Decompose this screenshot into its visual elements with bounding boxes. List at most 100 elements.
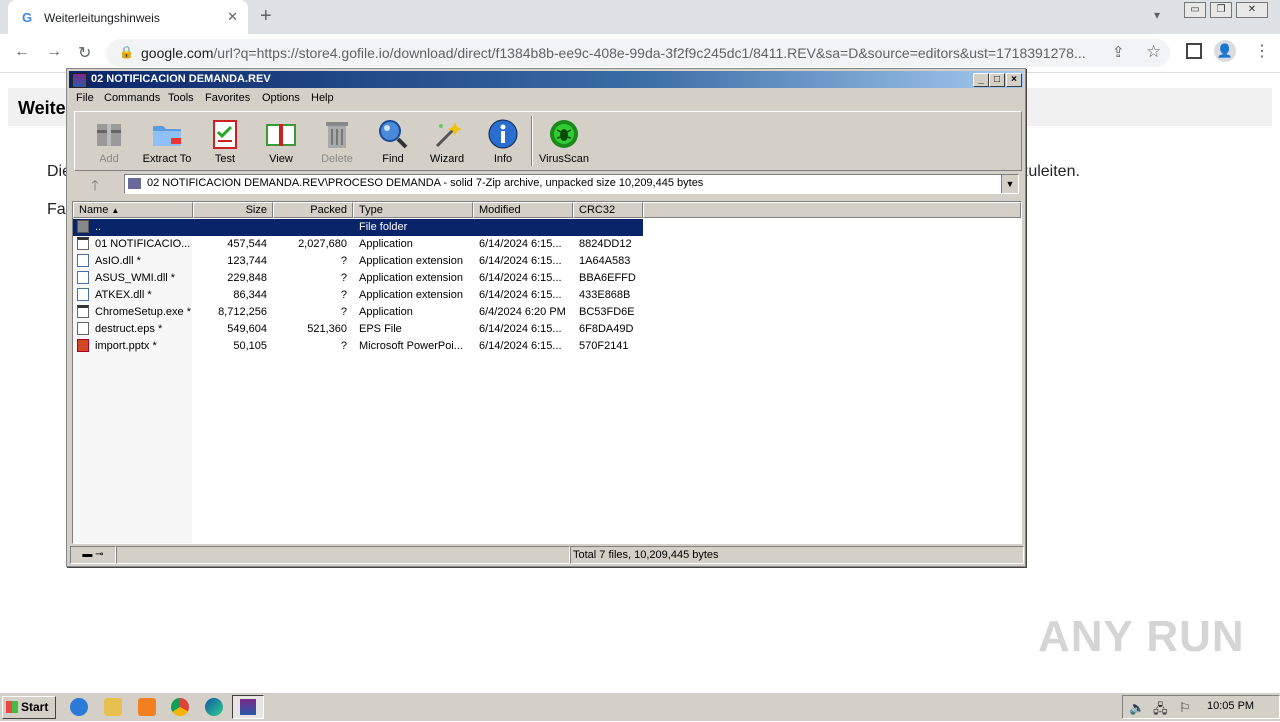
path-dropdown[interactable]: 02 NOTIFICACION DEMANDA.REV\PROCESO DEMA… xyxy=(124,174,1019,194)
taskbar-winrar-button[interactable] xyxy=(232,695,264,719)
virusscan-icon xyxy=(550,120,578,148)
extract-to-button[interactable]: Extract To xyxy=(137,114,197,168)
path-dropdown-arrow-icon[interactable]: ▼ xyxy=(1001,175,1018,193)
parent-folder-icon xyxy=(77,220,89,233)
application-icon xyxy=(77,237,89,250)
action-center-flag-icon[interactable]: ⚐ xyxy=(1179,700,1191,716)
drive-key-icon[interactable]: ▬ ⊸ xyxy=(70,546,116,564)
media-player-icon[interactable] xyxy=(138,698,156,716)
forward-icon[interactable]: → xyxy=(46,43,62,61)
virusscan-button[interactable]: VirusScan xyxy=(534,114,594,168)
dll-file-icon xyxy=(77,254,89,267)
test-icon xyxy=(213,120,237,149)
network-icon[interactable]: 🖧 xyxy=(1153,700,1168,722)
winrar-close-button[interactable]: × xyxy=(1006,73,1022,87)
column-header-name[interactable]: Name ▲ xyxy=(73,202,193,218)
add-icon xyxy=(97,124,121,146)
extract-to-icon xyxy=(153,126,181,146)
archive-icon xyxy=(128,178,141,189)
status-total: Total 7 files, 10,209,445 bytes xyxy=(570,546,1024,564)
delete-icon xyxy=(326,122,348,148)
path-text: 02 NOTIFICACION DEMANDA.REV\PROCESO DEMA… xyxy=(147,177,704,189)
lock-icon[interactable]: 🔒 xyxy=(119,45,134,59)
table-row[interactable]: AsIO.dll * 123,744 ? Application extensi… xyxy=(73,253,643,270)
table-row[interactable]: import.pptx * 50,105 ? Microsoft PowerPo… xyxy=(73,338,643,355)
side-panel-icon[interactable] xyxy=(1186,43,1202,59)
winrar-menubar: File Commands Tools Favorites Options He… xyxy=(69,89,1023,109)
anyrun-watermark: ANY RUN xyxy=(1038,612,1245,661)
column-header-size[interactable]: Size xyxy=(193,202,273,218)
clock[interactable]: 10:05 PM xyxy=(1207,700,1254,712)
table-row[interactable]: ASUS_WMI.dll * 229,848 ? Application ext… xyxy=(73,270,643,287)
minimize-window-button[interactable]: ▭ xyxy=(1184,2,1206,18)
add-button[interactable]: Add xyxy=(79,114,139,168)
back-icon[interactable]: ← xyxy=(14,43,30,61)
bookmark-star-icon[interactable]: ☆ xyxy=(1146,42,1161,62)
wizard-button[interactable]: Wizard xyxy=(417,114,477,168)
delete-button[interactable]: Delete xyxy=(307,114,367,168)
url-text: google.com/url?q=https://store4.gofile.i… xyxy=(141,45,1086,61)
menu-help[interactable]: Help xyxy=(311,92,334,104)
tab-search-icon[interactable]: ▾ xyxy=(1154,8,1160,22)
tab-strip: G Weiterleitungshinweis ✕ + ▾ ▭ ❐ ✕ xyxy=(0,0,1280,34)
menu-favorites[interactable]: Favorites xyxy=(205,92,250,104)
table-row[interactable]: ATKEX.dll * 86,344 ? Application extensi… xyxy=(73,287,643,304)
find-button[interactable]: Find xyxy=(363,114,423,168)
table-row[interactable]: ChromeSetup.exe * 8,712,256 ? Applicatio… xyxy=(73,304,643,321)
google-favicon-icon: G xyxy=(22,10,33,25)
find-icon xyxy=(379,120,408,149)
profile-icon[interactable]: 👤 xyxy=(1214,40,1236,62)
browser-tab[interactable]: G Weiterleitungshinweis ✕ xyxy=(8,0,248,34)
reload-icon[interactable]: ↻ xyxy=(78,43,91,63)
path-bar: 🡑 02 NOTIFICACION DEMANDA.REV\PROCESO DE… xyxy=(74,173,1020,195)
winrar-app-icon xyxy=(72,73,87,88)
view-button[interactable]: View xyxy=(251,114,311,168)
powerpoint-file-icon xyxy=(77,339,89,352)
column-header-modified[interactable]: Modified xyxy=(473,202,573,218)
menu-file[interactable]: File xyxy=(76,92,94,104)
winrar-maximize-button[interactable]: □ xyxy=(989,73,1005,87)
sort-ascending-icon: ▲ xyxy=(111,206,120,215)
new-tab-button[interactable]: + xyxy=(260,5,272,28)
status-panel xyxy=(116,546,570,564)
table-row[interactable]: 01 NOTIFICACIO... 457,544 2,027,680 Appl… xyxy=(73,236,643,253)
start-button[interactable]: Start xyxy=(2,696,56,719)
address-bar[interactable]: 🔒 google.com/url?q=https://store4.gofile… xyxy=(106,39,1170,67)
page-heading: Weite xyxy=(18,98,66,118)
column-header-filler xyxy=(643,202,1021,218)
winrar-toolbar: Add Extract To Test View Delete Find Wiz… xyxy=(74,111,1022,171)
column-header-packed[interactable]: Packed xyxy=(273,202,353,218)
share-icon[interactable]: ⇪ xyxy=(1112,43,1125,61)
menu-options[interactable]: Options xyxy=(262,92,300,104)
menu-commands[interactable]: Commands xyxy=(104,92,160,104)
close-window-button[interactable]: ✕ xyxy=(1236,2,1268,18)
winrar-titlebar[interactable]: 02 NOTIFICACION DEMANDA.REV _ □ × xyxy=(69,71,1023,88)
test-button[interactable]: Test xyxy=(195,114,255,168)
application-icon xyxy=(77,305,89,318)
system-tray: 🔈 🖧 ⚐ 10:05 PM xyxy=(1122,695,1280,719)
volume-icon[interactable]: 🔈 xyxy=(1129,700,1145,716)
wizard-icon xyxy=(435,122,462,148)
toolbar-separator xyxy=(531,116,533,166)
menu-tools[interactable]: Tools xyxy=(168,92,194,104)
dll-file-icon xyxy=(77,271,89,284)
table-row[interactable]: destruct.eps * 549,604 521,360 EPS File … xyxy=(73,321,643,338)
chrome-icon[interactable] xyxy=(171,698,189,716)
view-icon xyxy=(266,124,296,146)
winrar-minimize-button[interactable]: _ xyxy=(973,73,989,87)
edge-icon[interactable] xyxy=(205,698,223,716)
tab-title: Weiterleitungshinweis xyxy=(44,11,160,25)
info-button[interactable]: Info xyxy=(473,114,533,168)
explorer-folder-icon[interactable] xyxy=(104,698,122,716)
up-folder-button[interactable]: 🡑 xyxy=(76,175,114,193)
taskbar: Start 🔈 🖧 ⚐ 10:05 PM xyxy=(0,692,1280,721)
table-row[interactable]: .. File folder xyxy=(73,219,643,236)
restore-window-button[interactable]: ❐ xyxy=(1210,2,1232,18)
winrar-window: 02 NOTIFICACION DEMANDA.REV _ □ × File C… xyxy=(66,68,1026,567)
column-header-crc32[interactable]: CRC32 xyxy=(573,202,643,218)
eps-file-icon xyxy=(77,322,89,335)
internet-explorer-icon[interactable] xyxy=(70,698,88,716)
tab-close-icon[interactable]: ✕ xyxy=(227,9,238,25)
menu-icon[interactable]: ⋮ xyxy=(1254,41,1270,61)
column-header-type[interactable]: Type xyxy=(353,202,473,218)
